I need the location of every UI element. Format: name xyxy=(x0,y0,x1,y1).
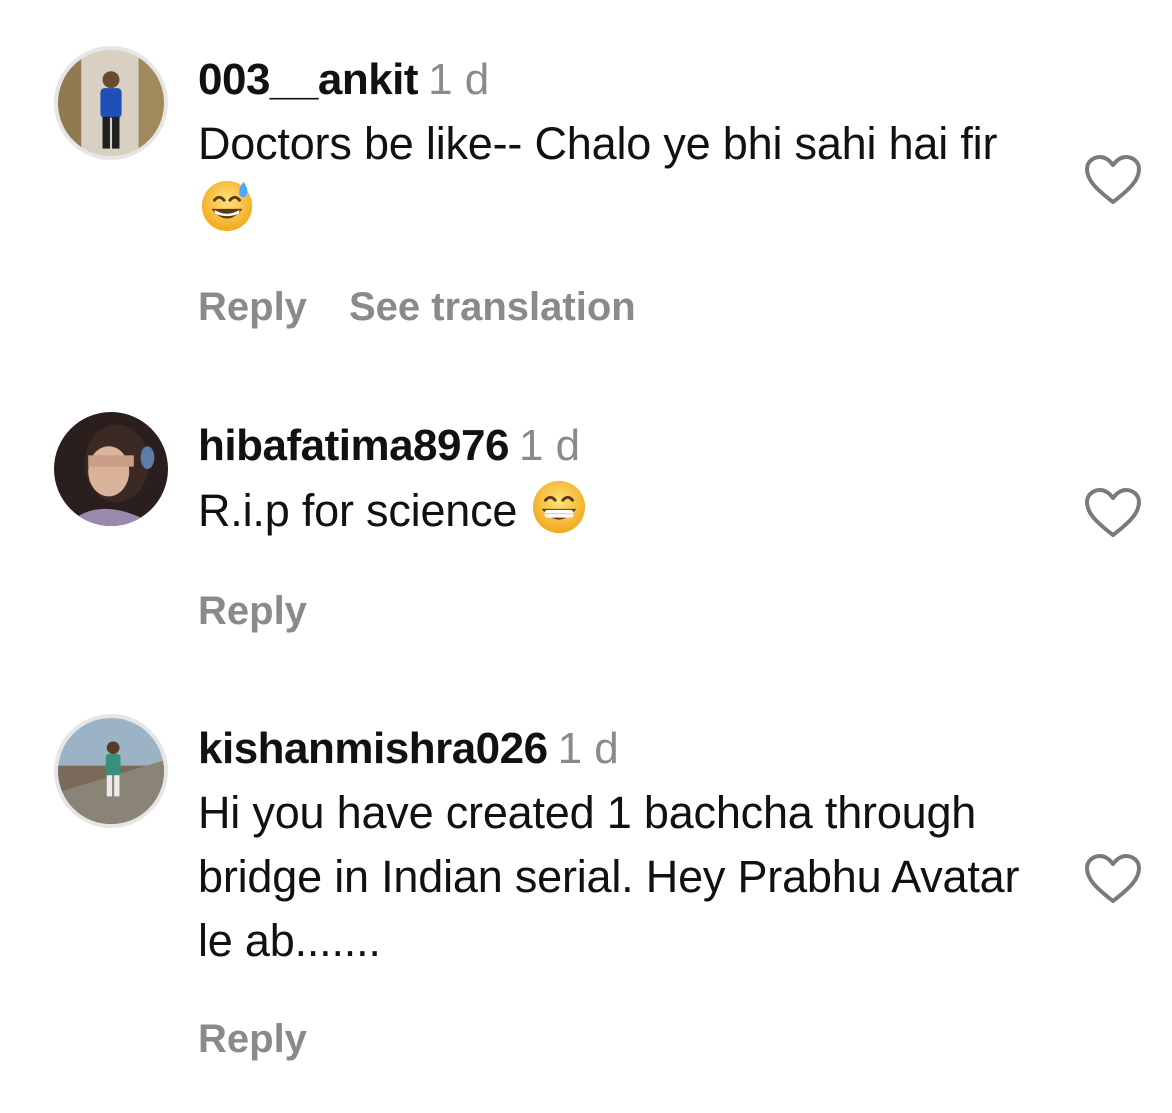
timestamp: 1 d xyxy=(518,421,581,470)
heart-outline-icon[interactable] xyxy=(1084,853,1142,905)
grin-emoji xyxy=(530,478,588,536)
heart-outline-icon[interactable] xyxy=(1084,154,1142,206)
user-avatar-image xyxy=(58,718,164,824)
comment-text: Hi you have created 1 bachcha through br… xyxy=(198,787,1020,966)
user-avatar-image xyxy=(58,50,164,156)
reply-button[interactable]: Reply xyxy=(198,589,307,633)
heart-outline-icon[interactable] xyxy=(1084,487,1142,539)
username[interactable]: hibafatima8976 xyxy=(198,421,509,470)
user-avatar-image xyxy=(54,412,168,526)
comment-text: R.i.p for science xyxy=(198,478,1038,543)
reply-button[interactable]: Reply xyxy=(198,285,307,329)
see-translation-button[interactable]: See translation xyxy=(349,285,636,329)
timestamp: 1 d xyxy=(557,724,619,773)
comment-text: Doctors be like-- Chalo ye bhi sahi hai … xyxy=(198,112,1038,241)
reply-button[interactable]: Reply xyxy=(198,1017,307,1061)
username[interactable]: 003__ankit xyxy=(198,55,419,104)
avatar[interactable] xyxy=(54,714,168,828)
avatar[interactable] xyxy=(54,412,168,526)
timestamp: 1 d xyxy=(428,55,490,104)
username[interactable]: kishanmishra026 xyxy=(198,724,548,773)
avatar[interactable] xyxy=(54,46,168,160)
sweat-smile-emoji xyxy=(198,176,256,234)
